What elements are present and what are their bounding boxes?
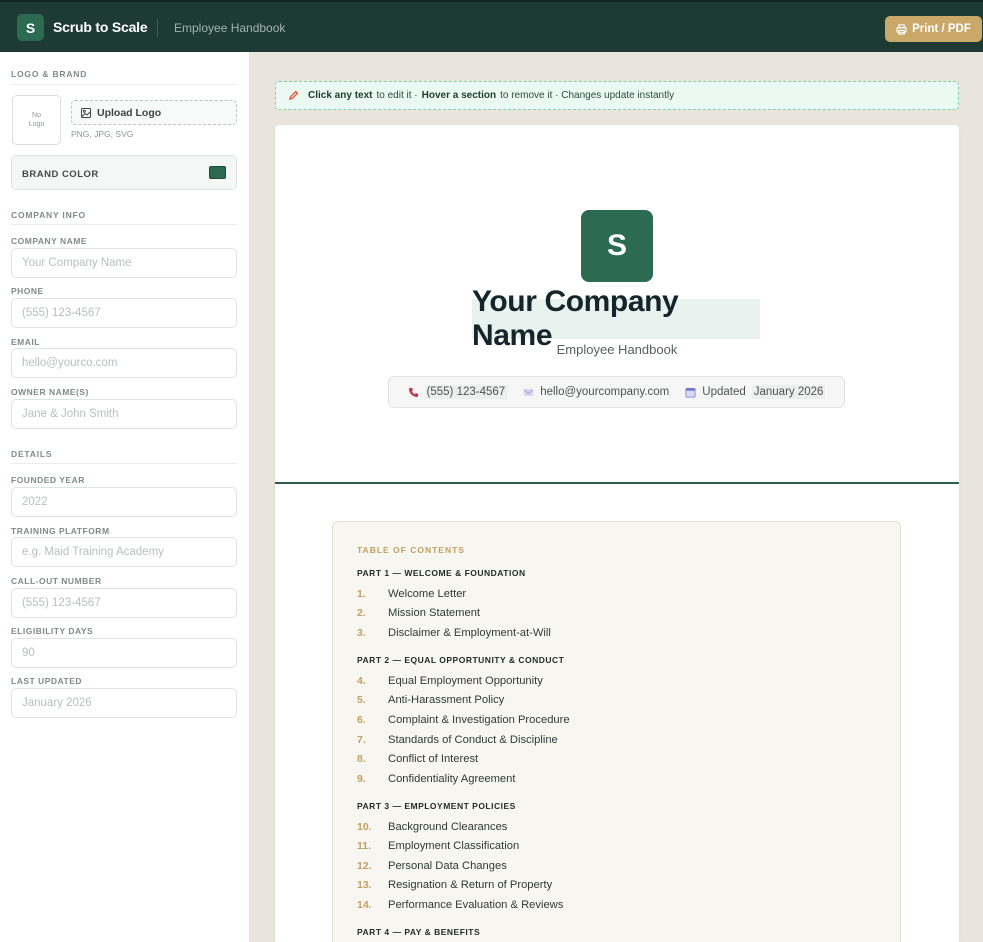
toc-item-label: Disclaimer & Employment-at-Will xyxy=(388,627,551,639)
toc-item-number: 14. xyxy=(357,899,372,911)
toc-item-number: 1. xyxy=(357,588,366,600)
hint-text-1: to edit it · xyxy=(376,90,418,101)
section-divider xyxy=(11,463,237,464)
toc-part-title[interactable]: PART 3 — EMPLOYMENT POLICIES xyxy=(357,801,516,811)
toc-item-number: 4. xyxy=(357,675,366,687)
owner-names-input[interactable] xyxy=(11,399,237,429)
toc-item-number: 10. xyxy=(357,821,372,833)
founded-year-input[interactable] xyxy=(11,487,237,517)
brand-color-swatch[interactable] xyxy=(209,166,226,179)
toc-item-label: Personal Data Changes xyxy=(388,860,507,872)
section-title-company-info: COMPANY INFO xyxy=(11,210,86,220)
table-of-contents: TABLE OF CONTENTS PART 1 — WELCOME & FOU… xyxy=(332,521,901,942)
toc-item-number: 6. xyxy=(357,714,366,726)
owner-names-label: OWNER NAME(S) xyxy=(11,387,89,397)
phone-label: PHONE xyxy=(11,286,44,296)
contact-email: hello@yourcompany.com xyxy=(523,386,669,398)
call-out-number-label: CALL-OUT NUMBER xyxy=(11,576,102,586)
eligibility-days-label: ELIGIBILITY DAYS xyxy=(11,626,94,636)
contact-updated-label: Updated xyxy=(702,386,746,398)
contact-updated-value[interactable]: January 2026 xyxy=(751,385,826,399)
section-divider xyxy=(11,224,237,225)
cover-title[interactable]: Your Company Name xyxy=(472,285,760,352)
document-name: Employee Handbook xyxy=(174,21,286,35)
call-out-number-input[interactable] xyxy=(11,588,237,618)
toc-item-label: Employment Classification xyxy=(388,840,520,852)
toc-item-number: 11. xyxy=(357,840,372,852)
cover-subtitle[interactable]: Employee Handbook xyxy=(275,342,959,357)
contact-info-bar: (555) 123-4567 hello@yourcompany.com Upd… xyxy=(388,376,845,408)
app-logo: S xyxy=(17,14,44,41)
founded-year-label: FOUNDED YEAR xyxy=(11,475,85,485)
eligibility-days-input[interactable] xyxy=(11,638,237,668)
brand-color-row: BRAND COLOR xyxy=(11,155,237,190)
toc-item-number: 12. xyxy=(357,860,372,872)
brand-color-label: BRAND COLOR xyxy=(22,169,99,180)
edit-hint-banner: Click any text to edit it · Hover a sect… xyxy=(275,81,959,110)
hint-text-2: to remove it · Changes update instantly xyxy=(500,90,675,101)
cover-logo: S xyxy=(581,210,653,282)
email-label: EMAIL xyxy=(11,337,40,347)
contact-phone: (555) 123-4567 xyxy=(408,385,508,399)
toc-item-label: Mission Statement xyxy=(388,607,481,619)
toc-item-number: 9. xyxy=(357,773,366,785)
section-title-logo-brand: LOGO & BRAND xyxy=(11,69,88,79)
toc-item-label: Equal Employment Opportunity xyxy=(388,675,543,687)
toc-item-label: Confidentiality Agreement xyxy=(388,773,516,785)
training-platform-input[interactable] xyxy=(11,537,237,567)
toc-item-number: 2. xyxy=(357,607,366,619)
contact-updated: Updated January 2026 xyxy=(685,385,826,399)
settings-sidebar: LOGO & BRAND No Logo Upload Logo PNG, JPG… xyxy=(0,52,250,942)
upload-logo-button[interactable]: Upload Logo xyxy=(71,100,237,125)
company-name-label: COMPANY NAME xyxy=(11,236,88,246)
toc-item-label: Performance Evaluation & Reviews xyxy=(388,899,564,911)
toc-part-title[interactable]: PART 2 — EQUAL OPPORTUNITY & CONDUCT xyxy=(357,655,564,665)
print-pdf-button[interactable]: Print / PDF xyxy=(885,16,982,42)
hint-bold-1: Click any text xyxy=(308,90,373,101)
toc-item-number: 13. xyxy=(357,879,372,891)
toc-item-label: Welcome Letter xyxy=(388,588,467,600)
toc-item-number: 3. xyxy=(357,627,366,639)
printer-icon xyxy=(896,23,907,35)
app-name: Scrub to Scale xyxy=(53,19,148,35)
phone-input[interactable] xyxy=(11,298,237,328)
toc-item-label: Complaint & Investigation Procedure xyxy=(388,714,570,726)
envelope-icon xyxy=(523,388,534,396)
print-pdf-label: Print / PDF xyxy=(912,23,971,35)
logo-placeholder-line2: Logo xyxy=(28,121,45,128)
toc-part-title[interactable]: PART 1 — WELCOME & FOUNDATION xyxy=(357,568,526,578)
email-input[interactable] xyxy=(11,348,237,378)
toc-item-label: Anti-Harassment Policy xyxy=(388,694,505,706)
training-platform-label: TRAINING PLATFORM xyxy=(11,526,110,536)
logo-placeholder-line1: No xyxy=(32,112,41,119)
handbook-page: S Your Company Name Employee Handbook (5… xyxy=(275,125,959,942)
calendar-icon xyxy=(685,387,696,397)
contact-email-value[interactable]: hello@yourcompany.com xyxy=(540,386,669,398)
company-name-input[interactable] xyxy=(11,248,237,278)
toc-item-label: Background Clearances xyxy=(388,821,508,833)
image-icon xyxy=(81,107,91,118)
last-updated-input[interactable] xyxy=(11,688,237,718)
upload-logo-label: Upload Logo xyxy=(97,106,162,119)
logo-preview[interactable]: No Logo xyxy=(12,95,61,145)
toc-title: TABLE OF CONTENTS xyxy=(357,545,465,555)
pencil-icon xyxy=(288,90,299,101)
toc-item-number: 8. xyxy=(357,753,366,765)
toc-item-number: 5. xyxy=(357,694,366,706)
contact-phone-value[interactable]: (555) 123-4567 xyxy=(424,385,508,399)
cover-divider xyxy=(275,482,959,484)
topbar-divider xyxy=(157,19,158,37)
section-title-details: DETAILS xyxy=(11,449,53,459)
toc-part-title[interactable]: PART 4 — PAY & BENEFITS xyxy=(357,927,480,937)
toc-item-label: Conflict of Interest xyxy=(388,753,479,765)
toc-item-label: Resignation & Return of Property xyxy=(388,879,553,891)
top-bar: S Scrub to Scale Employee Handbook Print… xyxy=(0,0,983,52)
phone-icon xyxy=(408,387,418,397)
last-updated-label: LAST UPDATED xyxy=(11,676,83,686)
section-divider xyxy=(11,84,237,85)
hint-bold-2: Hover a section xyxy=(421,90,497,101)
toc-item-number: 7. xyxy=(357,734,366,746)
upload-hint: PNG, JPG, SVG xyxy=(71,129,134,139)
toc-item-label: Standards of Conduct & Discipline xyxy=(388,734,558,746)
